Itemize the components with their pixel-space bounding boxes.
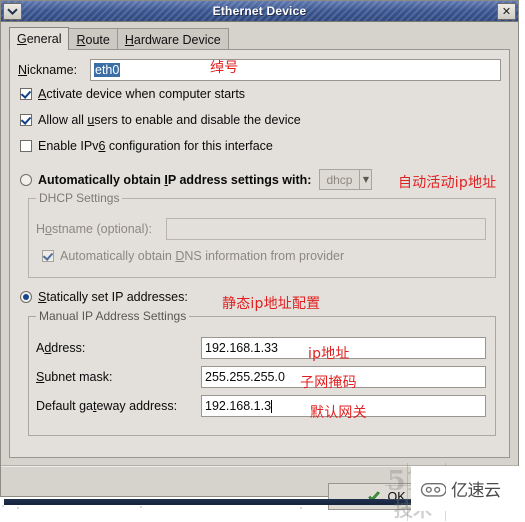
tab-general-mnemonic: G bbox=[17, 32, 27, 46]
annotation-subnet-mask: 子网掩码 bbox=[300, 375, 357, 391]
close-icon: ✕ bbox=[501, 4, 512, 18]
auto-obtain-row[interactable]: Automatically obtain IP address settings… bbox=[20, 169, 373, 190]
auto-obtain-label: Automatically obtain IP address settings… bbox=[38, 172, 312, 187]
annotation-ip-address: ip地址 bbox=[308, 346, 350, 362]
auto-dns-checkbox[interactable] bbox=[42, 250, 54, 262]
tab-route-label: oute bbox=[85, 32, 110, 47]
tab-hardware-device[interactable]: Hardware Device bbox=[116, 28, 229, 50]
annotation-auto-ip: 自动活动ip地址 bbox=[398, 175, 497, 191]
dhcp-settings-title: DHCP Settings bbox=[36, 191, 123, 205]
hostname-label: Hostname (optional): bbox=[36, 222, 153, 236]
hostname-row: Hostname (optional): bbox=[36, 218, 488, 240]
allow-all-users-checkbox[interactable] bbox=[20, 114, 32, 126]
auto-dns-label: Automatically obtain DNS information fro… bbox=[60, 249, 345, 263]
address-label: Address: bbox=[36, 341, 86, 355]
nickname-label: Nickname: bbox=[18, 63, 78, 77]
activate-device-row[interactable]: Activate device when computer starts bbox=[20, 87, 245, 101]
manual-ip-settings-group: Manual IP Address Settings Address: 192.… bbox=[28, 309, 496, 436]
annotation-default-gateway: 默认网关 bbox=[310, 405, 367, 421]
window-title: Ethernet Device bbox=[212, 4, 307, 18]
tab-route[interactable]: Route bbox=[68, 28, 118, 50]
subnet-mask-row: Subnet mask: 255.255.255.0 bbox=[36, 366, 488, 388]
protocol-combo[interactable]: dhcp ▼ bbox=[319, 169, 373, 190]
static-ip-row[interactable]: Statically set IP addresses: bbox=[20, 290, 188, 304]
static-ip-label: Statically set IP addresses: bbox=[38, 290, 188, 304]
tab-hardware-label: ardware Device bbox=[133, 32, 221, 47]
speck bbox=[300, 507, 302, 509]
watermark-badge: 亿速云 bbox=[411, 466, 525, 511]
tab-general[interactable]: General bbox=[9, 27, 70, 50]
manual-ip-settings-title: Manual IP Address Settings bbox=[36, 309, 190, 323]
activate-device-checkbox[interactable] bbox=[20, 88, 32, 100]
static-ip-radio[interactable] bbox=[20, 291, 32, 303]
dialog-client-area: General Route Hardware Device Nickname: … bbox=[1, 22, 525, 521]
tab-strip: General Route Hardware Device bbox=[9, 27, 229, 50]
title-bar[interactable]: Ethernet Device ✕ bbox=[1, 1, 518, 22]
subnet-mask-label: Subnet mask: bbox=[36, 370, 113, 384]
text-caret bbox=[271, 399, 273, 413]
allow-all-users-row[interactable]: Allow all users to enable and disable th… bbox=[20, 113, 301, 127]
default-gateway-value: 192.168.1.3 bbox=[205, 399, 272, 413]
cloud-icon bbox=[420, 482, 446, 497]
subnet-mask-value: 255.255.255.0 bbox=[205, 370, 285, 384]
chevron-down-icon: ▼ bbox=[359, 170, 371, 189]
auto-obtain-radio[interactable] bbox=[20, 173, 32, 186]
enable-ipv6-label: Enable IPv6 configuration for this inter… bbox=[38, 139, 273, 153]
speck bbox=[17, 507, 19, 509]
default-gateway-label: Default gateway address: bbox=[36, 399, 178, 413]
default-gateway-row: Default gateway address: 192.168.1.3 bbox=[36, 395, 488, 417]
dhcp-settings-group: DHCP Settings Hostname (optional): Autom… bbox=[28, 191, 496, 278]
hostname-input[interactable] bbox=[166, 218, 486, 240]
window-menu-button[interactable] bbox=[3, 2, 22, 20]
enable-ipv6-checkbox[interactable] bbox=[20, 140, 32, 152]
tab-hardware-mnemonic: H bbox=[124, 32, 134, 47]
nickname-input[interactable]: eth0 bbox=[90, 59, 501, 81]
allow-all-users-label: Allow all users to enable and disable th… bbox=[38, 113, 301, 127]
address-value: 192.168.1.33 bbox=[205, 341, 278, 355]
ethernet-device-dialog: Ethernet Device ✕ General Route Hardware… bbox=[0, 0, 525, 521]
tab-general-label: eneral bbox=[26, 32, 62, 46]
speck bbox=[140, 506, 142, 508]
speck bbox=[2, 505, 4, 507]
general-tab-panel: Nickname: eth0 Activate device when comp… bbox=[9, 49, 510, 458]
address-row: Address: 192.168.1.33 bbox=[36, 337, 488, 359]
enable-ipv6-row[interactable]: Enable IPv6 configuration for this inter… bbox=[20, 139, 273, 153]
close-button[interactable]: ✕ bbox=[497, 2, 516, 20]
auto-dns-row[interactable]: Automatically obtain DNS information fro… bbox=[42, 249, 344, 263]
watermark-badge-text: 亿速云 bbox=[451, 481, 501, 501]
nickname-value: eth0 bbox=[94, 63, 121, 77]
activate-device-label: Activate device when computer starts bbox=[38, 87, 246, 101]
tab-route-mnemonic: R bbox=[76, 32, 86, 47]
annotation-static-ip: 静态ip地址配置 bbox=[222, 296, 321, 312]
chevron-down-icon bbox=[7, 7, 18, 15]
nickname-row: Nickname: eth0 bbox=[18, 59, 503, 81]
protocol-combo-value: dhcp bbox=[326, 172, 353, 187]
annotation-nickname: 绰号 bbox=[210, 60, 239, 76]
